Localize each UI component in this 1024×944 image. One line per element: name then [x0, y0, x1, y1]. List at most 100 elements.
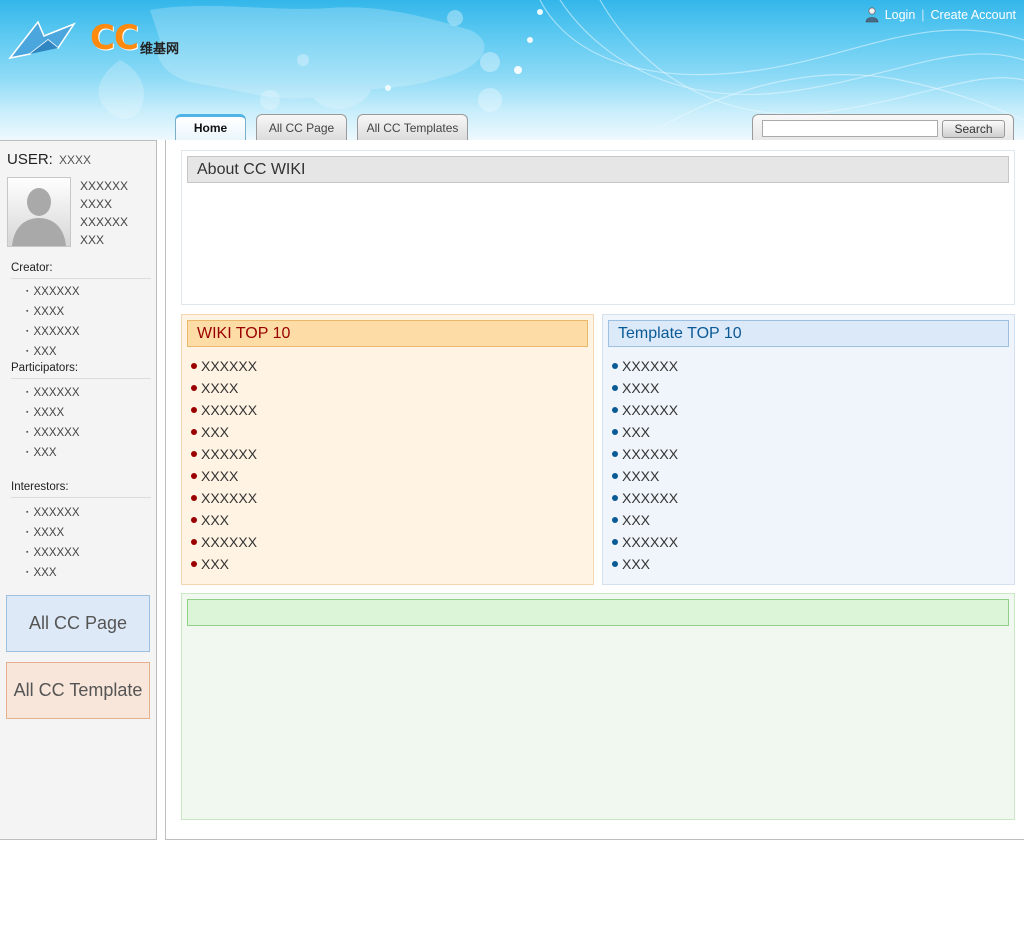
bullet-icon [191, 407, 197, 414]
logo-subtitle: 维基网 [140, 41, 180, 56]
list-item-label: XXXXXX [201, 446, 258, 462]
bullet-icon [612, 517, 618, 524]
list-item[interactable]: XXXXXX [191, 487, 257, 509]
list-item[interactable]: XXX [612, 553, 678, 575]
list-item[interactable]: XXXX [612, 465, 678, 487]
about-panel: About CC WIKI [181, 150, 1015, 305]
interestors-title: Interestors: [11, 481, 69, 493]
bullet-icon [612, 363, 618, 370]
bullet-icon [612, 473, 618, 480]
template-top-panel: Template TOP 10 XXXXXX XXXX XXXXXX XXX X… [602, 314, 1015, 585]
list-item[interactable]: XXXXXX [612, 443, 678, 465]
wiki-top-panel: WIKI TOP 10 XXXXXX XXXX XXXXXX XXX XXXXX… [181, 314, 594, 585]
template-top-list: XXXXXX XXXX XXXXXX XXX XXXXXX XXXX XXXXX… [612, 355, 678, 575]
divider [11, 378, 151, 379]
wiki-top-list: XXXXXX XXXX XXXXXX XXX XXXXXX XXXX XXXXX… [191, 355, 257, 575]
list-item[interactable]: XXXX [612, 377, 678, 399]
list-item[interactable]: XXXXXX [191, 443, 257, 465]
tab-home[interactable]: Home [175, 114, 246, 140]
search-input[interactable] [762, 120, 938, 137]
list-item[interactable]: XXX [191, 421, 257, 443]
list-item[interactable]: XXXXXX [612, 487, 678, 509]
user-label: USER: [7, 151, 53, 168]
user-icon [865, 7, 878, 23]
list-item[interactable]: XXX [26, 343, 80, 363]
login-link[interactable]: Login [885, 8, 916, 22]
list-item[interactable]: XXXX [26, 303, 80, 323]
list-item[interactable]: XXX [191, 509, 257, 531]
list-item[interactable]: XXXXXX [612, 399, 678, 421]
list-item[interactable]: XXXXXX [26, 424, 79, 444]
bullet-icon [612, 561, 618, 568]
list-item-label: XXXX [201, 468, 239, 484]
list-item-label: XXX [622, 512, 651, 528]
account-links: Login | Create Account [865, 7, 1016, 23]
bullet-icon [612, 451, 618, 458]
create-account-link[interactable]: Create Account [931, 8, 1016, 22]
search-bar: Search [752, 114, 1014, 140]
list-item[interactable]: XXXX [191, 465, 257, 487]
wiki-top-title: WIKI TOP 10 [187, 320, 588, 347]
bullet-icon [612, 385, 618, 392]
list-item-label: XXXXXX [622, 402, 679, 418]
bullet-icon [612, 429, 618, 436]
list-item[interactable]: XXXXXX [191, 355, 257, 377]
user-name: XXXX [59, 153, 92, 167]
list-item[interactable]: XXXXXX [612, 355, 678, 377]
list-item-label: XXXX [622, 380, 660, 396]
bullet-icon [191, 473, 197, 480]
bullet-icon [191, 451, 197, 458]
list-item[interactable]: XXXXXX [191, 531, 257, 553]
all-cc-template-button[interactable]: All CC Template [6, 662, 150, 719]
list-item[interactable]: XXX [26, 444, 80, 464]
bottom-panel [181, 593, 1015, 820]
bullet-icon [612, 539, 618, 546]
bullet-icon [612, 407, 618, 414]
list-item[interactable]: XXX [26, 564, 80, 584]
bottom-panel-title [187, 599, 1009, 626]
site-logo[interactable]: CC 维基网 [8, 14, 188, 60]
bullet-icon [191, 539, 197, 546]
creator-title: Creator: [11, 262, 53, 274]
list-item[interactable]: XXX [612, 421, 678, 443]
list-item-label: XXX [201, 424, 230, 440]
tab-all-cc-templates[interactable]: All CC Templates [357, 114, 468, 140]
list-item[interactable]: XXXXXX [26, 544, 79, 564]
divider [11, 278, 151, 279]
bullet-icon [191, 363, 197, 370]
list-item[interactable]: XXXX [26, 404, 80, 424]
list-item[interactable]: XXXX [26, 524, 80, 544]
sidebar: USER: XXXX XXXXXX XXXX XXXXXX XXX Creato… [0, 140, 157, 840]
list-item-label: XXXXXX [622, 534, 679, 550]
list-item[interactable]: XXX [612, 509, 678, 531]
logo-text: CC [90, 18, 139, 58]
divider [11, 497, 151, 498]
user-info-line: XXX [80, 233, 105, 247]
creator-list: XXXXXX XXXX XXXXXX XXX [26, 283, 80, 363]
interestors-list: XXXXXX XXXX XXXXXX XXX [26, 504, 80, 584]
bullet-icon [612, 495, 618, 502]
link-separator: | [921, 8, 925, 22]
user-line: USER: XXXX [7, 151, 91, 168]
list-item[interactable]: XXXXXX [26, 384, 79, 404]
user-info-line: XXXXXX [80, 179, 129, 193]
list-item[interactable]: XXXX [191, 377, 257, 399]
tab-all-cc-page[interactable]: All CC Page [256, 114, 347, 140]
list-item-label: XXXXXX [201, 402, 258, 418]
search-button[interactable]: Search [942, 120, 1005, 138]
list-item-label: XXXX [201, 380, 239, 396]
list-item[interactable]: XXXXXX [26, 323, 79, 343]
participators-title: Participators: [11, 362, 79, 374]
list-item[interactable]: XXX [191, 553, 257, 575]
list-item[interactable]: XXXXXX [612, 531, 678, 553]
list-item-label: XXX [201, 512, 230, 528]
list-item-label: XXXXXX [201, 358, 258, 374]
list-item[interactable]: XXXXXX [26, 283, 79, 303]
bullet-icon [191, 429, 197, 436]
avatar[interactable] [7, 177, 71, 247]
participators-list: XXXXXX XXXX XXXXXX XXX [26, 384, 80, 464]
all-cc-page-button[interactable]: All CC Page [6, 595, 150, 652]
list-item[interactable]: XXXXXX [26, 504, 79, 524]
about-title: About CC WIKI [187, 156, 1009, 183]
list-item[interactable]: XXXXXX [191, 399, 257, 421]
